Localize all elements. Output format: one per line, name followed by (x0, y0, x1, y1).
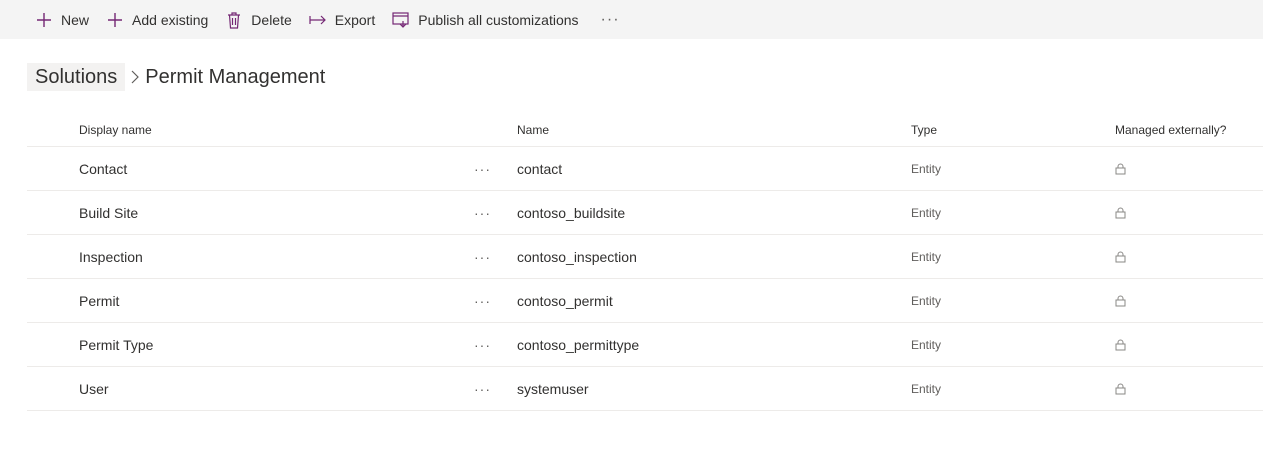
lock-icon (1115, 279, 1126, 322)
row-more-button[interactable]: ··· (474, 235, 491, 278)
row-display-name[interactable]: Permit Type (79, 323, 153, 366)
plus-icon (35, 11, 53, 29)
page-title: Permit Management (145, 65, 326, 88)
row-display-name[interactable]: Permit (79, 279, 119, 322)
table-row[interactable]: User ··· systemuser Entity (27, 367, 1263, 411)
delete-button[interactable]: Delete (225, 0, 292, 39)
row-name: contoso_buildsite (517, 204, 626, 221)
export-arrow-icon (309, 11, 327, 29)
row-display-name[interactable]: User (79, 367, 109, 410)
table-row[interactable]: Permit ··· contoso_permit Entity (27, 279, 1263, 323)
add-existing-button-label: Add existing (132, 11, 209, 28)
row-more-button[interactable]: ··· (474, 279, 491, 322)
row-display-name[interactable]: Inspection (79, 235, 143, 278)
breadcrumb-solutions-link[interactable]: Solutions (27, 63, 126, 91)
publish-icon (392, 11, 410, 29)
grid-header: Display name Name Type Managed externall… (27, 114, 1263, 147)
lock-icon (1115, 147, 1126, 190)
column-header-type[interactable]: Type (911, 114, 937, 146)
publish-all-button-label: Publish all customizations (418, 11, 579, 28)
row-name: contoso_permittype (517, 336, 640, 353)
row-type: Entity (911, 161, 942, 176)
export-button[interactable]: Export (309, 0, 375, 39)
row-name: systemuser (517, 380, 589, 397)
lock-icon (1115, 191, 1126, 234)
row-type: Entity (911, 293, 942, 308)
row-type: Entity (911, 249, 942, 264)
row-name: contoso_inspection (517, 248, 637, 265)
table-row[interactable]: Permit Type ··· contoso_permittype Entit… (27, 323, 1263, 367)
column-header-display-name[interactable]: Display name (79, 114, 152, 146)
row-display-name[interactable]: Contact (79, 147, 127, 190)
table-row[interactable]: Build Site ··· contoso_buildsite Entity (27, 191, 1263, 235)
plus-icon (106, 11, 124, 29)
export-button-label: Export (334, 11, 376, 28)
publish-all-button[interactable]: Publish all customizations (392, 0, 579, 39)
lock-icon (1115, 235, 1126, 278)
table-row[interactable]: Contact ··· contact Entity (27, 147, 1263, 191)
row-name: contoso_permit (517, 292, 613, 309)
row-type: Entity (911, 337, 942, 352)
new-button-label: New (61, 11, 90, 28)
breadcrumb: Solutions Permit Management (27, 63, 325, 91)
row-more-button[interactable]: ··· (474, 191, 491, 234)
chevron-right-icon (125, 70, 145, 84)
column-header-name[interactable]: Name (517, 114, 549, 146)
trash-icon (225, 11, 243, 29)
row-more-button[interactable]: ··· (474, 367, 491, 410)
add-existing-button[interactable]: Add existing (106, 0, 208, 39)
table-row[interactable]: Inspection ··· contoso_inspection Entity (27, 235, 1263, 279)
row-type: Entity (911, 381, 942, 396)
delete-button-label: Delete (251, 11, 292, 28)
row-type: Entity (911, 205, 942, 220)
lock-icon (1115, 323, 1126, 366)
lock-icon (1115, 367, 1126, 410)
row-more-button[interactable]: ··· (474, 323, 491, 366)
column-header-managed-externally[interactable]: Managed externally? (1115, 114, 1226, 146)
row-display-name[interactable]: Build Site (79, 191, 138, 234)
command-bar: New Add existing Delete Export Publish a… (0, 0, 1263, 39)
more-commands-button[interactable]: ··· (601, 11, 620, 29)
new-button[interactable]: New (35, 0, 89, 39)
row-more-button[interactable]: ··· (474, 147, 491, 190)
row-name: contact (517, 160, 563, 177)
solution-components-grid: Display name Name Type Managed externall… (27, 114, 1263, 411)
